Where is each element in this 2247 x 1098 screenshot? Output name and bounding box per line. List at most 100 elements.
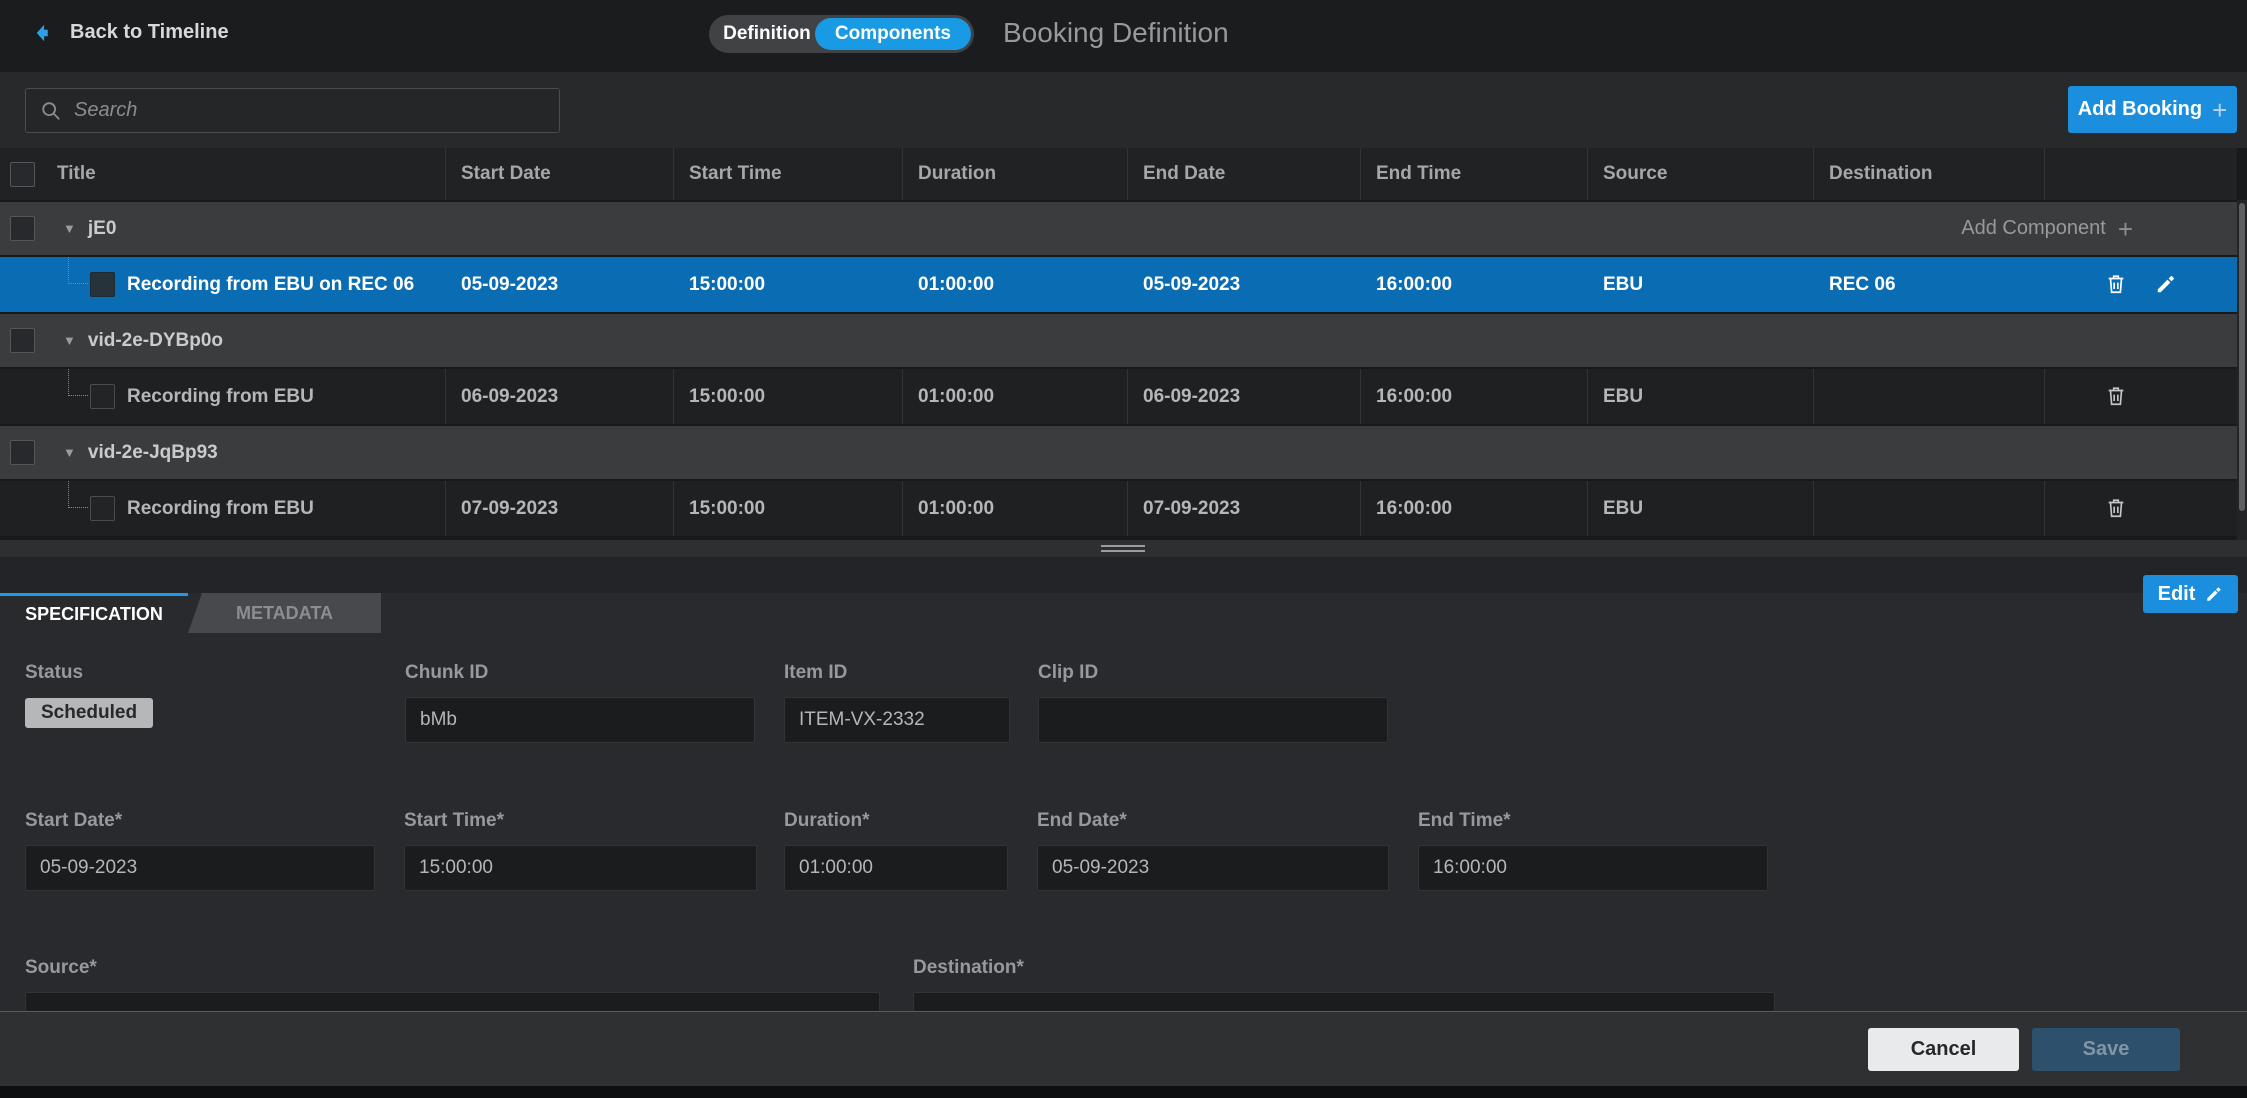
row-checkbox[interactable]	[90, 496, 115, 521]
start-time-field[interactable]	[404, 845, 757, 891]
row-checkbox[interactable]	[90, 384, 115, 409]
group-title: vid-2e-DYBp0o	[88, 330, 223, 352]
status-label: Status	[25, 662, 153, 684]
destination-field[interactable]	[913, 992, 1775, 1011]
booking-group-row[interactable]: jE0 Add Component +	[0, 202, 2237, 255]
cell-destination	[1813, 481, 2044, 536]
search-icon	[40, 100, 62, 122]
splitter-drag-handle[interactable]	[1101, 545, 1145, 552]
view-toggle: Definition Components	[709, 15, 974, 53]
search-input[interactable]	[74, 99, 545, 122]
bookings-table: Title Start Date Start Time Duration End…	[0, 148, 2247, 540]
cell-end-date: 06-09-2023	[1127, 369, 1360, 424]
item-id-field[interactable]	[784, 697, 1010, 743]
cell-end-time: 16:00:00	[1360, 369, 1587, 424]
edit-button[interactable]: Edit	[2143, 575, 2238, 613]
expand-collapse-icon[interactable]	[63, 221, 76, 236]
back-label: Back to Timeline	[70, 21, 229, 44]
group-title: jE0	[88, 218, 117, 240]
booking-group-row[interactable]: vid-2e-DYBp0o	[0, 314, 2237, 367]
expand-collapse-icon[interactable]	[63, 333, 76, 348]
start-date-label: Start Date*	[25, 810, 375, 832]
cell-start-time: 15:00:00	[673, 257, 902, 312]
column-header-start-time: Start Time	[673, 148, 902, 200]
column-header-source: Source	[1587, 148, 1813, 200]
duration-field[interactable]	[784, 845, 1008, 891]
end-date-field[interactable]	[1037, 845, 1389, 891]
toggle-definition[interactable]: Definition	[709, 23, 815, 45]
cell-destination	[1813, 369, 2044, 424]
toolbar: Add Booking +	[0, 72, 2247, 148]
search-box	[25, 88, 560, 133]
group-checkbox[interactable]	[10, 328, 35, 353]
component-row-selected[interactable]: Recording from EBU on REC 06 05-09-2023 …	[0, 257, 2237, 312]
group-checkbox[interactable]	[10, 440, 35, 465]
vertical-scrollbar	[2237, 200, 2247, 540]
cell-end-date: 07-09-2023	[1127, 481, 1360, 536]
chunk-id-field[interactable]	[405, 697, 755, 743]
status-badge: Scheduled	[25, 698, 153, 728]
end-time-label: End Time*	[1418, 810, 1768, 832]
top-bar: Back to Timeline Definition Components B…	[0, 0, 2247, 72]
column-header-end-time: End Time	[1360, 148, 1587, 200]
cell-start-date: 07-09-2023	[445, 481, 673, 536]
expand-collapse-icon[interactable]	[63, 445, 76, 460]
cell-duration: 01:00:00	[902, 481, 1127, 536]
add-booking-button[interactable]: Add Booking +	[2068, 86, 2237, 133]
back-to-timeline-button[interactable]: Back to Timeline	[34, 21, 229, 44]
tab-metadata[interactable]: METADATA	[188, 593, 381, 633]
row-checkbox[interactable]	[90, 272, 115, 297]
delete-icon[interactable]	[2105, 273, 2129, 297]
bottom-strip	[0, 1086, 2247, 1098]
source-field[interactable]	[25, 992, 880, 1011]
item-id-label: Item ID	[784, 662, 1010, 684]
add-component-button[interactable]: Add Component +	[1961, 202, 2133, 255]
component-row[interactable]: Recording from EBU 07-09-2023 15:00:00 0…	[0, 481, 2237, 536]
panel-splitter	[0, 540, 2247, 557]
start-date-field[interactable]	[25, 845, 375, 891]
tab-specification[interactable]: SPECIFICATION	[0, 593, 188, 633]
component-title: Recording from EBU on REC 06	[127, 274, 414, 296]
cell-destination: REC 06	[1813, 257, 2044, 312]
edit-icon[interactable]	[2155, 273, 2179, 297]
end-date-label: End Date*	[1037, 810, 1389, 832]
group-checkbox[interactable]	[10, 216, 35, 241]
booking-app-window: Back to Timeline Definition Components B…	[0, 0, 2247, 1098]
component-title: Recording from EBU	[127, 498, 314, 520]
select-all-checkbox[interactable]	[10, 162, 35, 187]
cell-end-date: 05-09-2023	[1127, 257, 1360, 312]
delete-icon[interactable]	[2105, 497, 2129, 521]
component-row[interactable]: Recording from EBU 06-09-2023 15:00:00 0…	[0, 369, 2237, 424]
column-header-end-date: End Date	[1127, 148, 1360, 200]
toggle-components[interactable]: Components	[815, 18, 971, 50]
column-header-start-date: Start Date	[445, 148, 673, 200]
cell-duration: 01:00:00	[902, 257, 1127, 312]
end-time-field[interactable]	[1418, 845, 1768, 891]
column-header-destination: Destination	[1813, 148, 2044, 200]
cell-start-date: 05-09-2023	[445, 257, 673, 312]
cell-duration: 01:00:00	[902, 369, 1127, 424]
cell-start-time: 15:00:00	[673, 369, 902, 424]
panel-tabs: SPECIFICATION METADATA	[0, 593, 381, 633]
cell-start-date: 06-09-2023	[445, 369, 673, 424]
table-header-row: Title Start Date Start Time Duration End…	[0, 148, 2237, 200]
start-time-label: Start Time*	[404, 810, 757, 832]
tree-connector	[68, 369, 88, 396]
add-booking-label: Add Booking	[2078, 98, 2202, 121]
vertical-scrollbar-thumb[interactable]	[2239, 203, 2245, 511]
cancel-button[interactable]: Cancel	[1868, 1028, 2019, 1071]
tree-connector	[68, 481, 88, 508]
tree-connector	[68, 257, 88, 284]
delete-icon[interactable]	[2105, 385, 2129, 409]
cell-source: EBU	[1587, 481, 1813, 536]
detail-panel: SPECIFICATION METADATA Edit Status Sched…	[0, 557, 2247, 1011]
plus-icon: +	[2212, 97, 2227, 123]
clip-id-field[interactable]	[1038, 697, 1388, 743]
back-arrow-icon	[34, 22, 56, 44]
save-button[interactable]: Save	[2032, 1028, 2180, 1071]
column-header-duration: Duration	[902, 148, 1127, 200]
cell-source: EBU	[1587, 257, 1813, 312]
chunk-id-label: Chunk ID	[405, 662, 755, 684]
source-label: Source*	[25, 957, 880, 979]
booking-group-row[interactable]: vid-2e-JqBp93	[0, 426, 2237, 479]
